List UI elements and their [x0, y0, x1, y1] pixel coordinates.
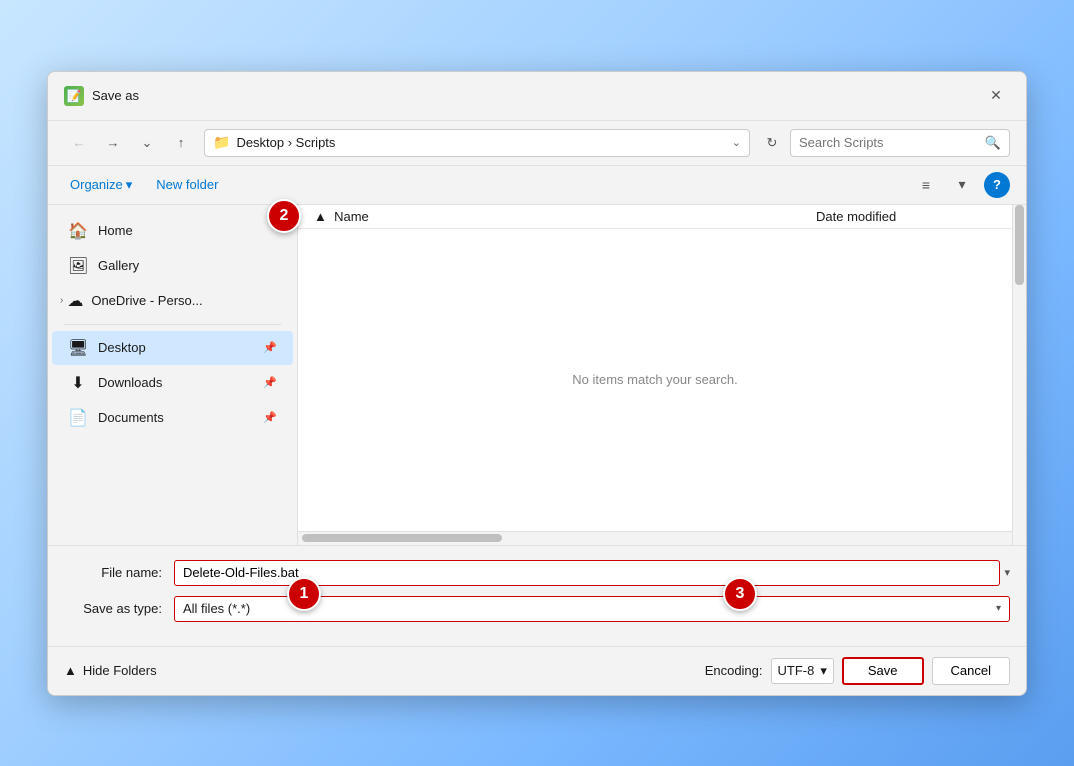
home-icon: 🏠 — [68, 221, 88, 241]
downloads-icon: ⬇ — [68, 373, 88, 393]
encoding-dropdown-icon: ▾ — [820, 663, 827, 679]
close-button[interactable]: ✕ — [982, 82, 1010, 110]
sidebar-gallery-label: Gallery — [98, 258, 139, 273]
desktop-icon: 🖥 — [68, 338, 88, 358]
scrollbar-thumb — [302, 534, 502, 542]
breadcrumb-dropdown-icon: ⌄ — [732, 136, 741, 149]
new-folder-button[interactable]: New folder — [150, 173, 224, 196]
sort-up-icon: ▲ — [314, 209, 327, 224]
savetype-row: Save as type: All files (*.*) ▾ — [64, 596, 1010, 622]
view-dropdown-button[interactable]: ▾ — [948, 172, 976, 198]
badge-number-1: 1 — [287, 577, 321, 611]
documents-icon: 📄 — [68, 408, 88, 428]
up-button[interactable]: ↑ — [166, 129, 196, 157]
forward-button[interactable]: → — [98, 129, 128, 157]
badge-number-3: 3 — [723, 577, 757, 611]
documents-pin-icon: 📌 — [263, 411, 277, 424]
sidebar-item-onedrive[interactable]: › ☁ OneDrive - Perso... — [52, 284, 293, 318]
dropdown-button[interactable]: ⌄ — [132, 129, 162, 157]
hide-folders-button[interactable]: ▲ Hide Folders — [64, 663, 157, 678]
hide-folders-arrow: ▲ — [64, 663, 77, 678]
footer: ▲ Hide Folders Encoding: UTF-8 ▾ Save Ca… — [48, 646, 1026, 695]
toolbar: ← → ⌄ ↑ 📁 Desktop › Scripts ⌄ ↻ 🔍 — [48, 121, 1026, 166]
col-name-label: Name — [334, 209, 369, 224]
view-dropdown-icon: ▾ — [958, 176, 965, 193]
sidebar-home-label: Home — [98, 223, 133, 238]
search-input[interactable] — [799, 135, 979, 150]
filename-row: File name: ▾ — [64, 560, 1010, 586]
bottom-area: File name: ▾ Save as type: All files (*.… — [48, 545, 1026, 646]
refresh-button[interactable]: ↻ — [758, 129, 786, 157]
sidebar-item-downloads[interactable]: ⬇ Downloads 📌 — [52, 366, 293, 400]
savetype-label: Save as type: — [64, 601, 174, 616]
search-box[interactable]: 🔍 — [790, 129, 1010, 157]
breadcrumb: Desktop › Scripts — [236, 135, 725, 150]
title-bar: 📝 Save as ✕ — [48, 72, 1026, 121]
back-button[interactable]: ← — [64, 129, 94, 157]
search-icon: 🔍 — [985, 135, 1001, 151]
organize-label: Organize — [70, 177, 123, 192]
main-area: 🏠 Home 🖼 Gallery › ☁ OneDrive - Perso...… — [48, 205, 1026, 545]
sidebar-downloads-label: Downloads — [98, 375, 162, 390]
filename-dropdown-icon[interactable]: ▾ — [1004, 566, 1010, 579]
sidebar-item-home[interactable]: 🏠 Home — [52, 214, 293, 248]
empty-message: No items match your search. — [572, 372, 737, 387]
action-bar: Organize ▾ New folder ≡ ▾ ? — [48, 166, 1026, 205]
folder-icon: 📁 — [213, 134, 230, 151]
vertical-scrollbar[interactable] — [1012, 205, 1026, 545]
expand-icon: › — [60, 295, 63, 306]
sidebar-divider — [64, 324, 281, 325]
file-list-header: ▲ Name Date modified — [298, 205, 1012, 229]
hide-folders-label: Hide Folders — [83, 663, 157, 678]
col-up-sort: ▲ Name — [314, 209, 816, 224]
downloads-pin-icon: 📌 — [263, 376, 277, 389]
view-menu-icon: ≡ — [922, 177, 930, 193]
encoding-value: UTF-8 — [778, 663, 815, 678]
filename-label: File name: — [64, 565, 174, 580]
sidebar: 🏠 Home 🖼 Gallery › ☁ OneDrive - Perso...… — [48, 205, 298, 545]
organize-button[interactable]: Organize ▾ — [64, 173, 138, 197]
file-area: ▲ Name Date modified No items match your… — [298, 205, 1012, 545]
save-as-dialog: 📝 Save as ✕ ← → ⌄ ↑ 📁 Desktop › Scripts … — [47, 71, 1027, 696]
gallery-icon: 🖼 — [68, 256, 88, 276]
v-scrollbar-thumb — [1015, 205, 1024, 285]
savetype-value: All files (*.*) — [183, 601, 250, 616]
footer-right: Encoding: UTF-8 ▾ Save Cancel — [705, 657, 1010, 685]
sidebar-documents-label: Documents — [98, 410, 164, 425]
scrollbar-track — [302, 534, 1008, 542]
sidebar-item-gallery[interactable]: 🖼 Gallery — [52, 249, 293, 283]
desktop-pin-icon: 📌 — [263, 341, 277, 354]
address-bar[interactable]: 📁 Desktop › Scripts ⌄ — [204, 129, 750, 157]
cancel-button[interactable]: Cancel — [932, 657, 1010, 685]
action-bar-left: Organize ▾ New folder — [64, 173, 224, 197]
title-bar-left: 📝 Save as — [64, 86, 139, 106]
file-list-empty: No items match your search. — [298, 229, 1012, 531]
dialog-icon: 📝 — [64, 86, 84, 106]
sidebar-desktop-label: Desktop — [98, 340, 146, 355]
dialog-title: Save as — [92, 88, 139, 103]
horizontal-scrollbar[interactable] — [298, 531, 1012, 545]
sidebar-onedrive-label: OneDrive - Perso... — [91, 293, 202, 308]
encoding-row: Encoding: UTF-8 ▾ — [705, 658, 834, 684]
encoding-label: Encoding: — [705, 663, 763, 678]
col-date-label: Date modified — [816, 209, 996, 224]
savetype-dropdown-icon: ▾ — [996, 603, 1001, 614]
help-button[interactable]: ? — [984, 172, 1010, 198]
organize-dropdown-icon: ▾ — [126, 177, 133, 193]
badge-number-2: 2 — [267, 199, 301, 233]
view-menu-button[interactable]: ≡ — [912, 172, 940, 198]
sidebar-item-desktop[interactable]: 🖥 Desktop 📌 — [52, 331, 293, 365]
action-bar-right: ≡ ▾ ? — [912, 172, 1010, 198]
save-button[interactable]: Save — [842, 657, 924, 685]
encoding-select[interactable]: UTF-8 ▾ — [771, 658, 834, 684]
onedrive-icon: ☁ — [65, 291, 85, 311]
sidebar-item-documents[interactable]: 📄 Documents 📌 — [52, 401, 293, 435]
